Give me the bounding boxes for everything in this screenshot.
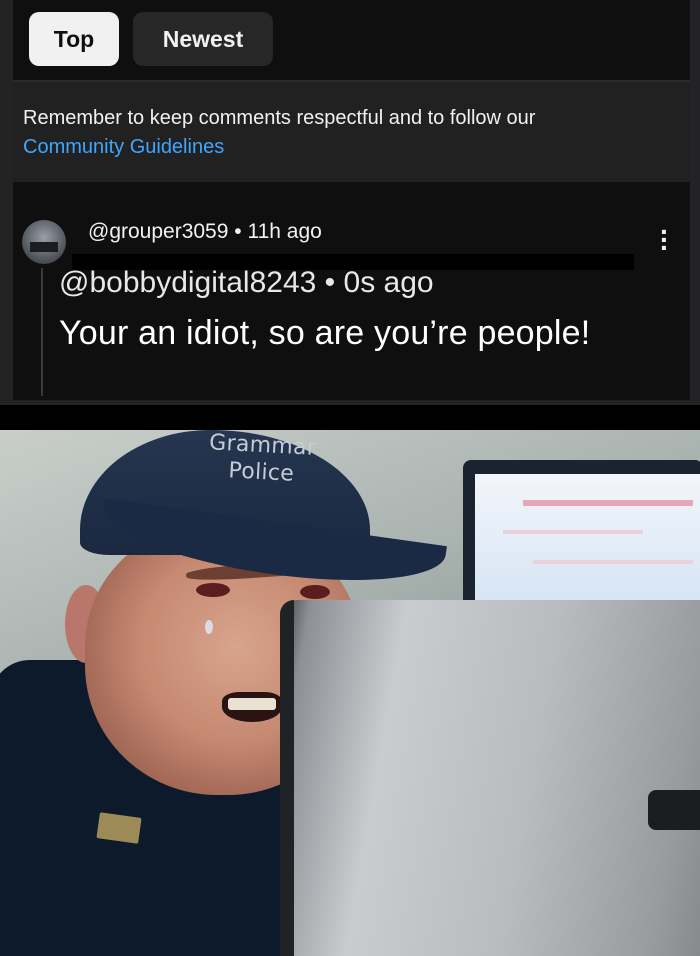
grimacing-mouth — [222, 692, 282, 722]
monitor-edge — [280, 600, 294, 956]
left-eye — [196, 583, 230, 597]
comment-screenshot: Top Newest Remember to keep comments res… — [0, 0, 700, 405]
comment-meta: @grouper3059 • 11h ago — [88, 220, 322, 244]
foreground-monitor — [280, 600, 700, 956]
reply-text: Your an idiot, so are you’re people! — [59, 314, 591, 352]
reply-author[interactable]: @bobbydigital8243 — [59, 266, 316, 299]
cap-text: Grammar Police — [181, 430, 344, 490]
vertical-dots-icon[interactable]: · · · — [660, 218, 669, 262]
sort-tabs: Top Newest — [13, 0, 690, 80]
comment-time: 11h ago — [247, 220, 322, 243]
screen-line — [503, 530, 643, 534]
reply-meta: @bobbydigital8243 • 0s ago — [59, 266, 434, 300]
right-eye — [300, 585, 330, 599]
tab-newest[interactable]: Newest — [133, 12, 273, 66]
avatar[interactable] — [22, 220, 66, 264]
reply-time: 0s ago — [343, 266, 434, 299]
comment-author[interactable]: @grouper3059 — [88, 220, 228, 243]
community-guidelines-link[interactable]: Community Guidelines — [23, 133, 224, 162]
monitor-port — [648, 790, 700, 830]
thread-line — [41, 268, 43, 396]
screen-line — [533, 560, 693, 564]
grammar-police-photo: Grammar Police — [0, 430, 700, 956]
screen-line — [523, 500, 693, 506]
tab-top[interactable]: Top — [29, 12, 119, 66]
meta-separator: • — [324, 266, 336, 299]
meta-separator: • — [234, 220, 242, 243]
guidelines-notice: Remember to keep comments respectful and… — [13, 82, 690, 182]
notice-text: Remember to keep comments respectful and… — [23, 107, 536, 129]
tear — [205, 620, 213, 634]
comment-thread: @grouper3059 • 11h ago · · · @bobbydigital… — [13, 182, 690, 400]
